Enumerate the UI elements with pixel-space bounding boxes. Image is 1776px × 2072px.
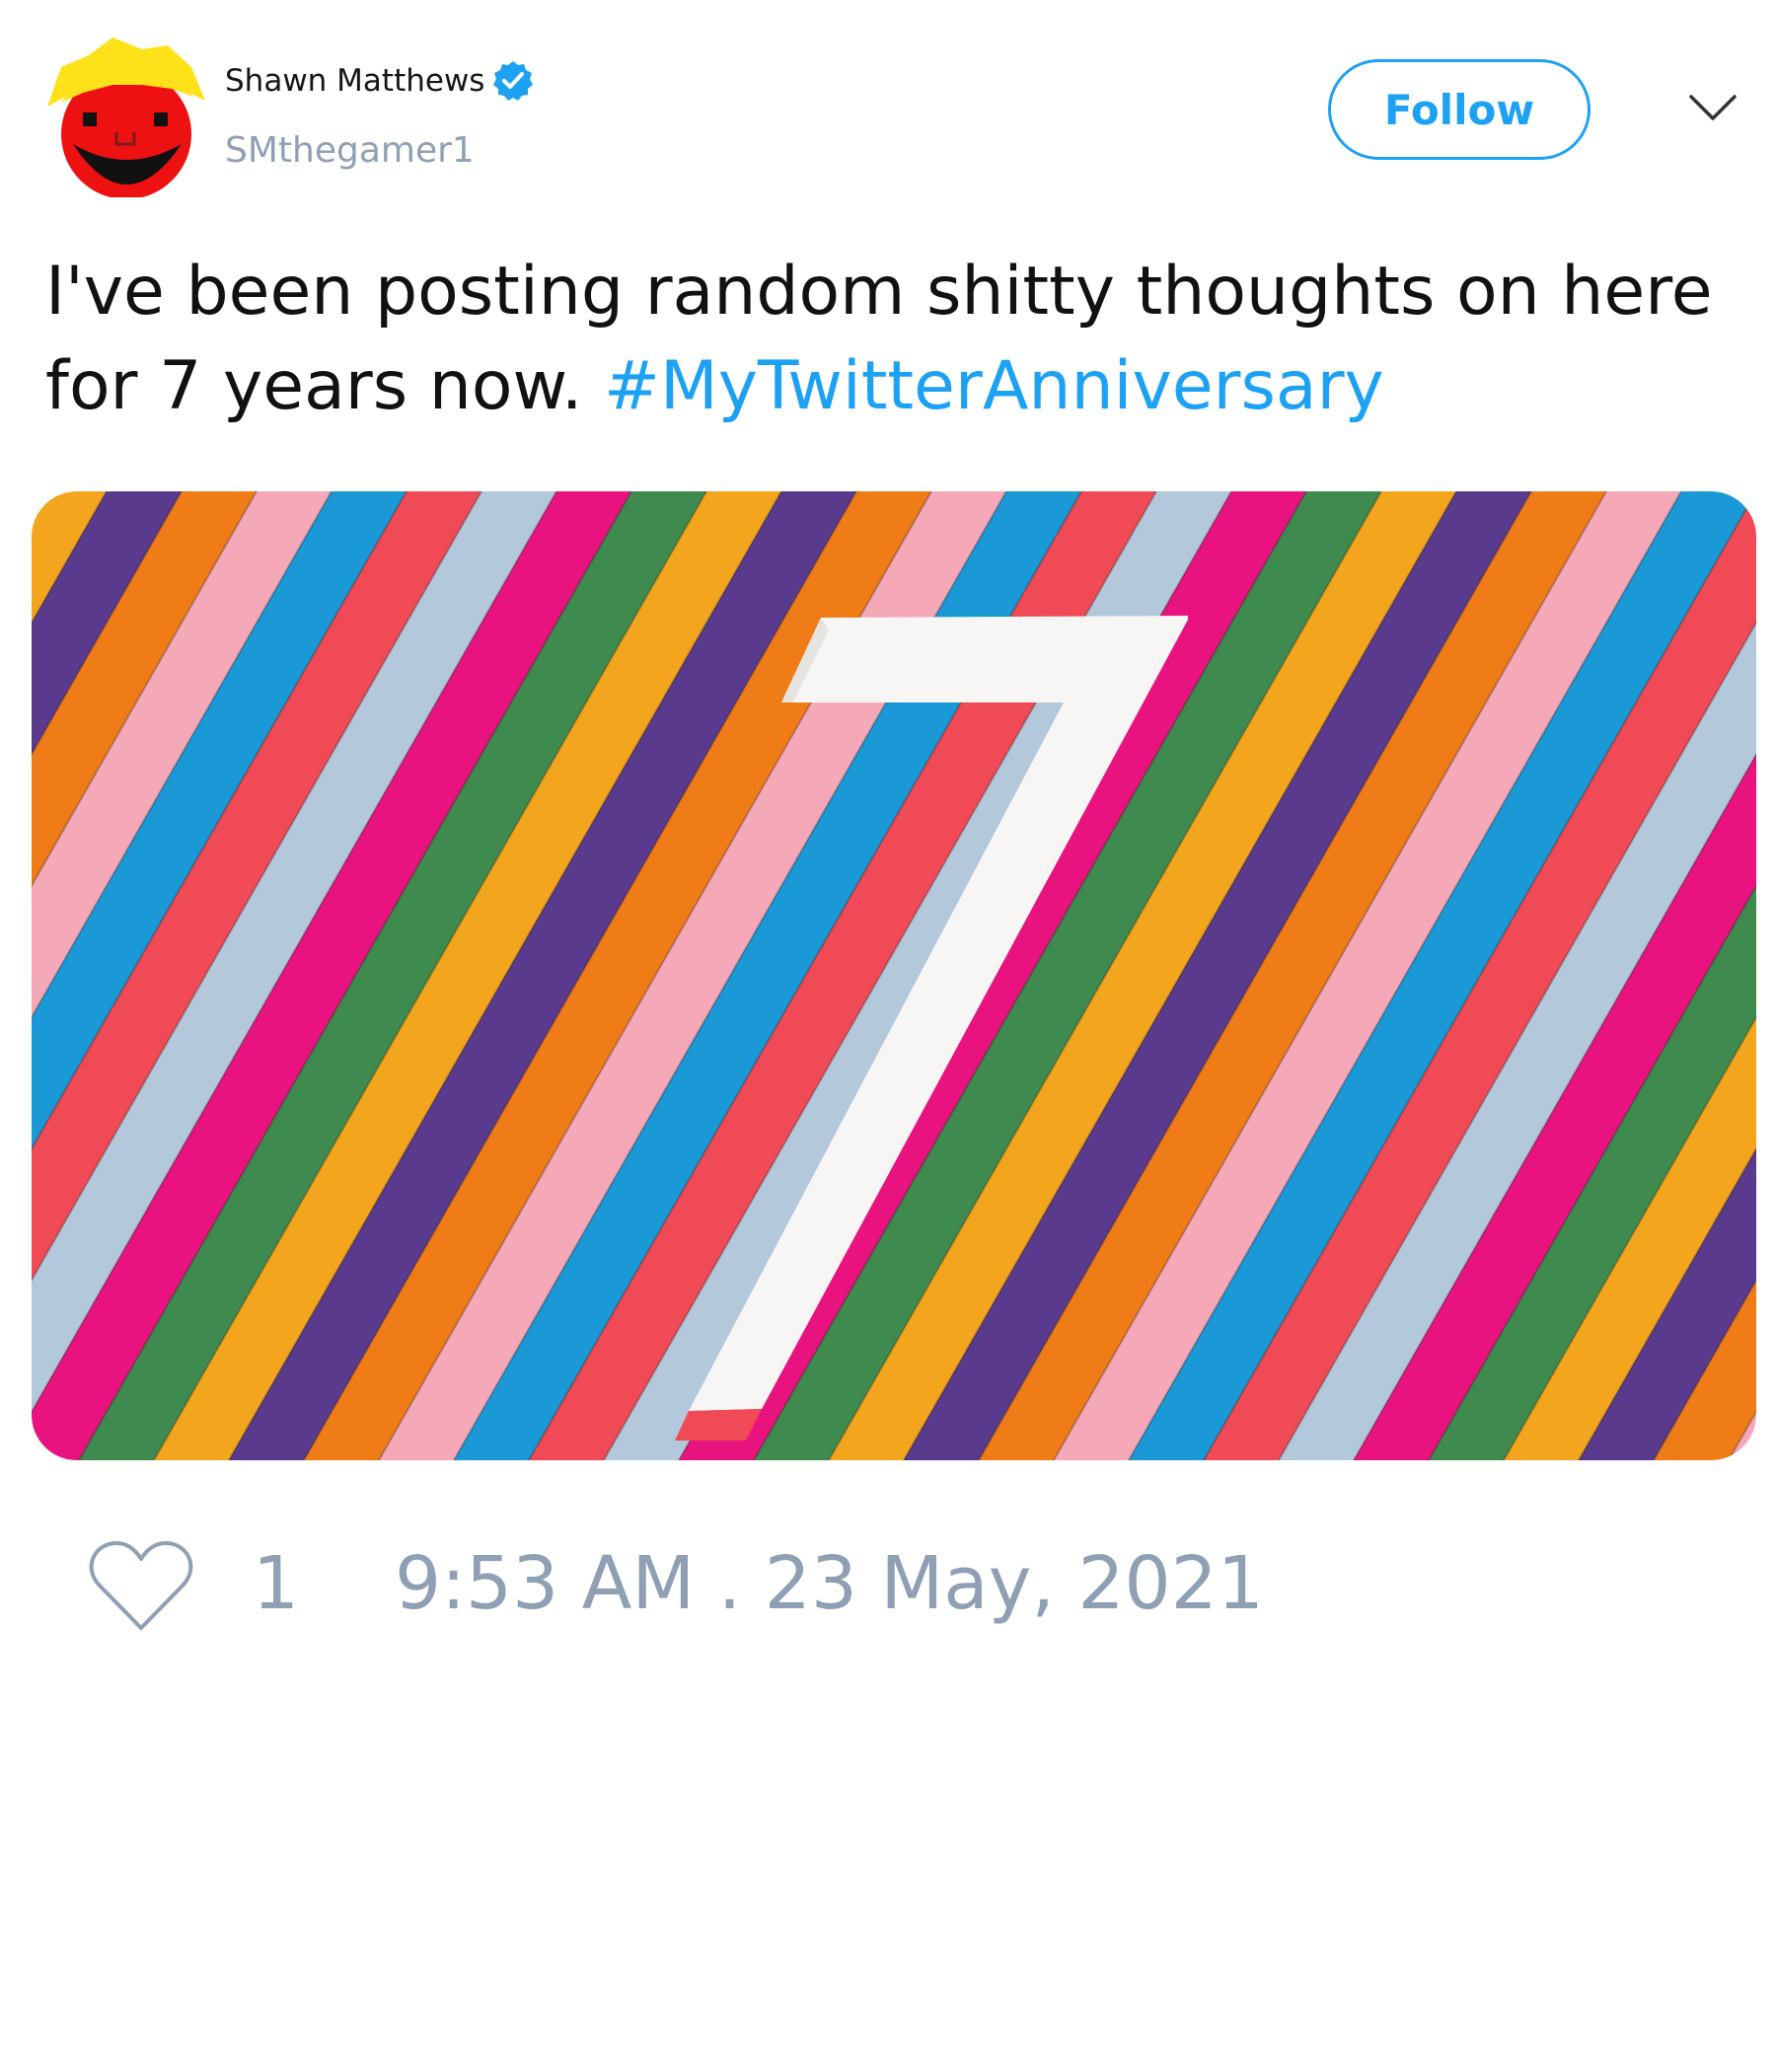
avatar-image: [47, 37, 205, 199]
rainbow-stripes-seven-image: [32, 491, 1756, 1460]
verified-badge-icon: [491, 59, 535, 103]
tweet-text: I've been posting random shitty thoughts…: [45, 245, 1742, 434]
like-heart-icon[interactable]: [89, 1539, 193, 1634]
tweet-card: Shawn Matthews SMthegamer1 Follow I've b…: [0, 0, 1776, 2072]
like-count: 1: [253, 1541, 300, 1626]
tweet-media-image[interactable]: [32, 491, 1756, 1460]
chevron-down-icon[interactable]: [1687, 91, 1739, 126]
follow-button[interactable]: Follow: [1328, 59, 1591, 160]
avatar[interactable]: [43, 28, 209, 199]
author-handle[interactable]: SMthegamer1: [225, 130, 475, 171]
tweet-timestamp[interactable]: 9:53 AM . 23 May, 2021: [395, 1541, 1264, 1626]
hashtag-link[interactable]: #MyTwitterAnniversary: [604, 347, 1384, 425]
author-display-name[interactable]: Shawn Matthews: [225, 63, 484, 99]
